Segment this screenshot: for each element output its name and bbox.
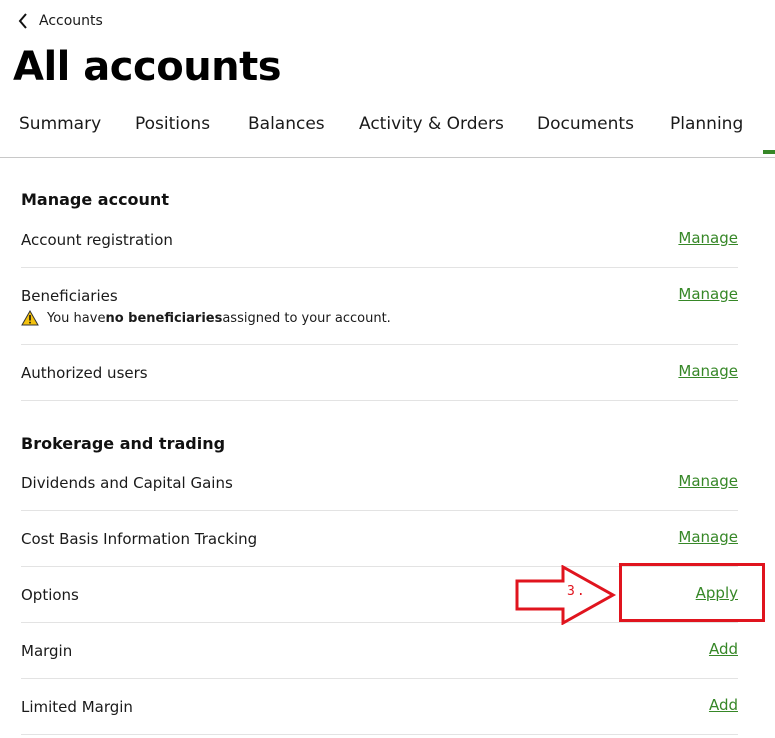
annotation-arrow-icon [515, 564, 617, 629]
warning-triangle-icon [21, 309, 39, 326]
chevron-left-icon [14, 11, 32, 31]
row-cost-basis: Cost Basis Information Tracking Manage [21, 511, 738, 567]
section-title-manage-account: Manage account [21, 190, 169, 209]
row-label: Dividends and Capital Gains [21, 474, 233, 492]
active-tab-indicator [763, 150, 775, 154]
tab-planning[interactable]: Planning [670, 114, 743, 134]
manage-account-registration-link[interactable]: Manage [678, 229, 738, 247]
row-account-registration: Account registration Manage [21, 212, 738, 268]
add-margin-link[interactable]: Add [709, 640, 738, 658]
row-authorized-users: Authorized users Manage [21, 345, 738, 401]
tab-balances[interactable]: Balances [248, 114, 325, 134]
row-label: Margin [21, 642, 73, 660]
manage-cost-basis-link[interactable]: Manage [678, 528, 738, 546]
manage-beneficiaries-link[interactable]: Manage [678, 285, 738, 303]
back-to-accounts-link[interactable]: Accounts [14, 11, 103, 31]
row-label: Options [21, 586, 79, 604]
page-title: All accounts [13, 44, 282, 90]
warning-text-suffix: assigned to your account. [222, 310, 391, 326]
manage-authorized-users-link[interactable]: Manage [678, 362, 738, 380]
warning-text-bold: no beneficiaries [105, 310, 223, 326]
annotation-highlight-box [619, 563, 765, 622]
tab-positions[interactable]: Positions [135, 114, 210, 134]
annotation-step-label: 3. [567, 584, 587, 599]
row-margin: Margin Add [21, 623, 738, 679]
account-tabs: Summary Positions Balances Activity & Or… [0, 112, 775, 158]
tab-activity-orders[interactable]: Activity & Orders [359, 114, 504, 134]
back-label: Accounts [39, 13, 103, 29]
manage-dividends-link[interactable]: Manage [678, 472, 738, 490]
row-limited-margin: Limited Margin Add [21, 679, 738, 735]
row-dividends-capital-gains: Dividends and Capital Gains Manage [21, 455, 738, 511]
row-label: Authorized users [21, 364, 148, 382]
row-label: Account registration [21, 231, 173, 249]
beneficiaries-warning: You have no beneficiaries assigned to yo… [21, 309, 391, 326]
tab-documents[interactable]: Documents [537, 114, 634, 134]
add-limited-margin-link[interactable]: Add [709, 696, 738, 714]
row-label: Limited Margin [21, 698, 133, 716]
row-beneficiaries: Beneficiaries Manage You have no benefic… [21, 268, 738, 345]
warning-text-prefix: You have [47, 310, 106, 326]
row-label: Cost Basis Information Tracking [21, 530, 258, 548]
tab-summary[interactable]: Summary [19, 114, 101, 134]
section-title-brokerage: Brokerage and trading [21, 434, 226, 453]
row-label: Beneficiaries [21, 287, 118, 305]
